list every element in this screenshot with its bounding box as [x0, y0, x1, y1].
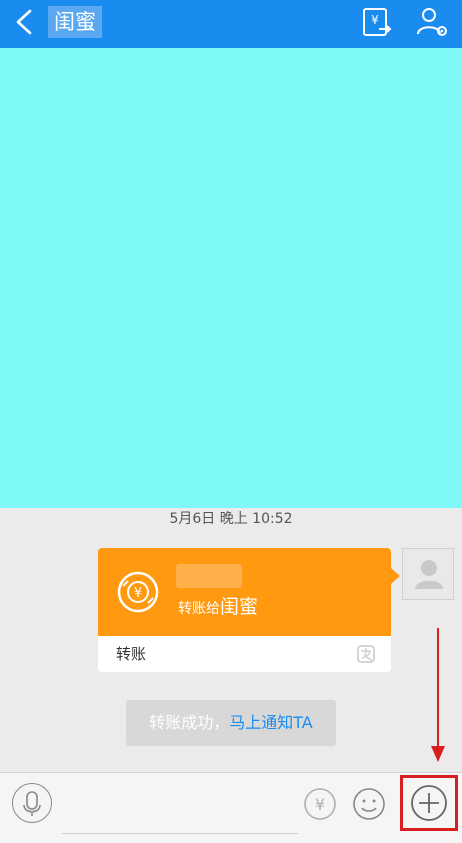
bubble-arrow: [391, 568, 400, 584]
message-timestamp: 5月6日 晚上 10:52: [169, 511, 293, 527]
svg-text:¥: ¥: [134, 586, 142, 601]
message-history-area: [0, 48, 462, 508]
transfer-card-header: ¥ 转账给闺蜜: [98, 548, 391, 636]
transfer-to-name: 闺蜜: [220, 596, 259, 618]
avatar-person-icon: [415, 560, 443, 589]
chevron-left-icon[interactable]: [12, 8, 36, 36]
transfer-to-prefix: 转账给: [178, 601, 220, 617]
avatar[interactable]: [402, 548, 454, 600]
transfer-icon[interactable]: ¥: [358, 4, 394, 40]
transfer-success-notice: 转账成功，马上通知TA: [126, 700, 336, 746]
blurred-amount: [176, 564, 242, 588]
annotation-arrow-icon: [431, 628, 445, 762]
microphone-icon: [23, 791, 41, 816]
notify-link[interactable]: 马上通知TA: [229, 713, 312, 732]
plus-icon: [411, 785, 447, 821]
input-toolbar: ¥: [0, 772, 462, 843]
page-title: 闺蜜: [48, 6, 102, 38]
message-input[interactable]: [62, 833, 298, 834]
top-bar: 闺蜜 ¥: [0, 0, 462, 48]
transfer-card-footer: 转账: [98, 636, 391, 672]
emoji-icon[interactable]: [352, 787, 386, 821]
alipay-icon: [357, 645, 375, 663]
transfer-card[interactable]: ¥ 转账给闺蜜 转账: [98, 548, 400, 672]
yen-icon[interactable]: ¥: [303, 787, 337, 821]
transfer-label: 转账: [116, 645, 147, 663]
transfer-circle-icon: ¥: [117, 571, 159, 613]
voice-button[interactable]: [12, 783, 52, 823]
svg-text:¥: ¥: [371, 13, 379, 27]
highlighted-plus-button[interactable]: [400, 775, 458, 831]
svg-text:¥: ¥: [315, 795, 325, 814]
user-settings-icon[interactable]: [414, 4, 450, 40]
notice-text: 转账成功，: [149, 713, 230, 732]
transfer-recipient: 转账给闺蜜: [178, 595, 258, 621]
